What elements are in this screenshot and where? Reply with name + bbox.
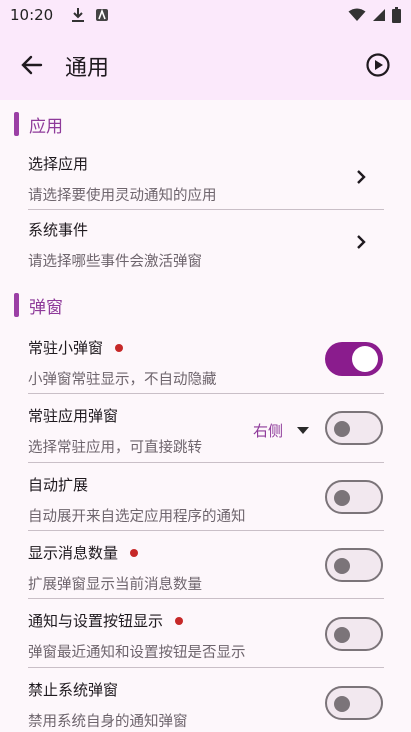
battery-icon <box>392 7 401 23</box>
new-badge-dot <box>115 343 124 352</box>
show-count-toggle[interactable] <box>325 548 383 582</box>
system-events-subtitle: 请选择哪些事件会激活弹窗 <box>28 254 202 270</box>
section-header-app: 应用 <box>14 112 63 137</box>
system-events-title: 系统事件 <box>28 221 89 239</box>
select-app-title: 选择应用 <box>28 155 89 173</box>
new-badge-dot <box>130 548 139 557</box>
new-badge-dot <box>175 616 184 625</box>
app-bar: 通用 <box>0 30 411 100</box>
status-bar: 10:20 <box>0 0 411 30</box>
chevron-right-icon[interactable] <box>355 169 367 185</box>
resident-app-toggle[interactable] <box>325 411 383 445</box>
section-header-popup: 弹窗 <box>14 293 63 318</box>
select-app-subtitle: 请选择要使用灵动通知的应用 <box>28 188 217 204</box>
resident-mini-toggle[interactable] <box>325 342 383 376</box>
resident-mini-title: 常驻小弹窗 <box>28 339 104 357</box>
dropdown-arrow-icon <box>297 427 309 434</box>
download-icon <box>72 8 85 22</box>
status-time: 10:20 <box>10 6 54 24</box>
divider <box>28 667 384 668</box>
divider <box>28 462 384 463</box>
auto-expand-toggle[interactable] <box>325 480 383 514</box>
select-app-item[interactable]: 选择应用 请选择要使用灵动通知的应用 <box>28 153 384 205</box>
section-title-app: 应用 <box>29 116 63 137</box>
signal-icon <box>373 9 385 21</box>
show-count-title: 显示消息数量 <box>28 544 119 562</box>
page-title: 通用 <box>65 56 110 81</box>
chevron-right-icon[interactable] <box>355 234 367 250</box>
divider <box>28 530 384 531</box>
back-arrow-icon[interactable] <box>20 53 44 77</box>
disable-system-toggle[interactable] <box>325 686 383 720</box>
position-dropdown[interactable]: 右侧 <box>253 420 309 441</box>
position-dropdown-value: 右侧 <box>252 422 283 440</box>
play-icon[interactable] <box>365 52 391 78</box>
section-title-popup: 弹窗 <box>29 297 63 318</box>
wifi-icon <box>348 8 366 21</box>
system-events-item[interactable]: 系统事件 请选择哪些事件会激活弹窗 <box>28 219 384 271</box>
show-buttons-title: 通知与设置按钮显示 <box>28 612 164 630</box>
divider <box>28 598 384 599</box>
show-buttons-toggle[interactable] <box>325 617 383 651</box>
divider <box>28 393 384 394</box>
divider <box>28 209 384 210</box>
sim-icon <box>96 8 109 21</box>
